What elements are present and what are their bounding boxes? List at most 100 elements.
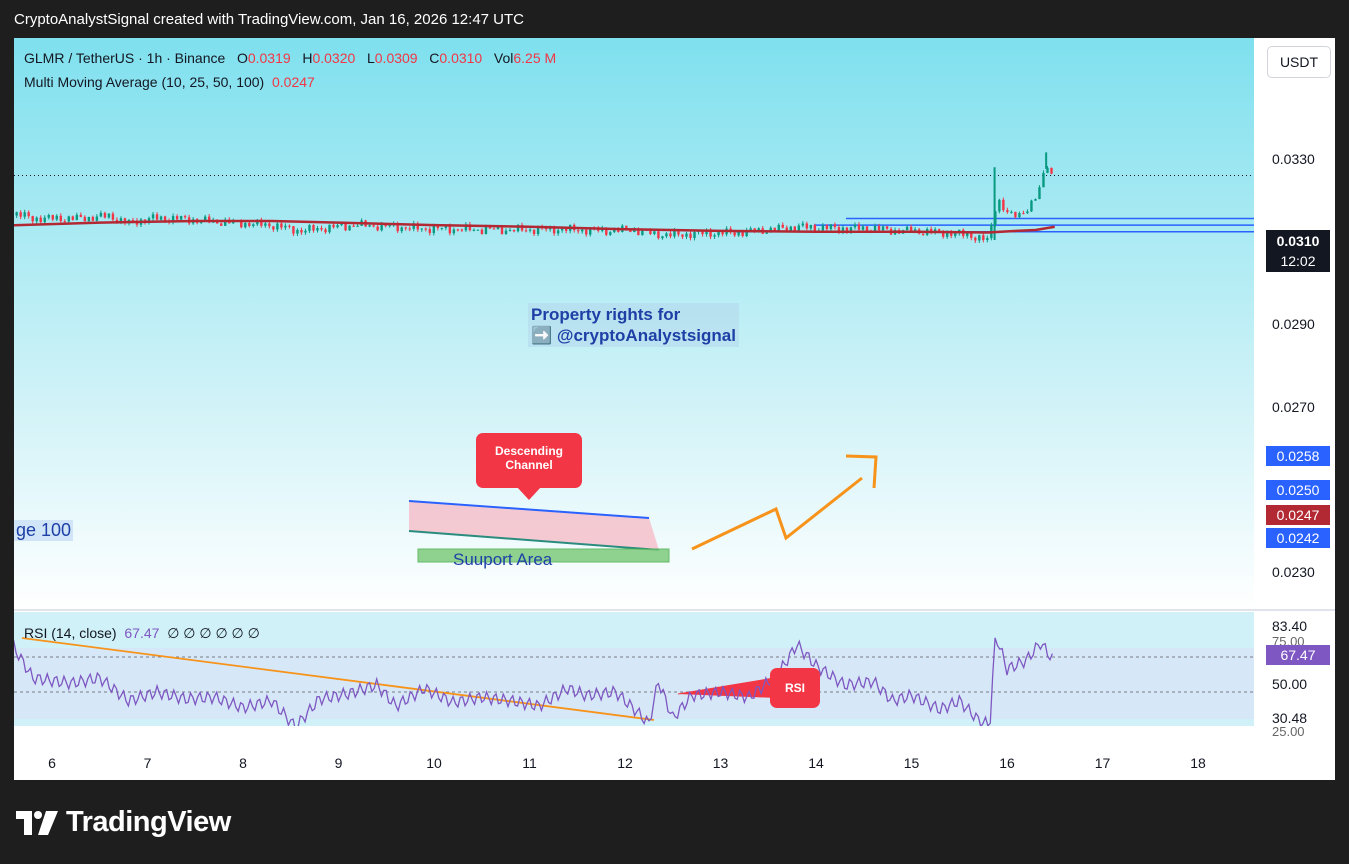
candle-body <box>183 216 187 218</box>
candle-body <box>982 235 985 240</box>
price-tick: 0.0230 <box>1272 564 1315 580</box>
candle-body <box>420 228 423 230</box>
candle-body <box>39 217 42 223</box>
candle-body <box>448 225 452 234</box>
descending-channel-callout[interactable]: Descending Channel <box>476 433 582 488</box>
candle-body <box>344 223 347 231</box>
candle-body <box>340 223 343 226</box>
candle-body <box>348 225 351 231</box>
current-price-tag: 0.0310 12:02 <box>1266 230 1330 272</box>
candle-body <box>408 228 411 230</box>
candle-body <box>151 214 155 219</box>
candle-body <box>452 229 456 234</box>
candle-body <box>833 224 837 228</box>
candle-body <box>276 223 279 230</box>
candle-body <box>577 230 580 232</box>
close-label: C <box>429 50 440 66</box>
candle-body <box>805 223 809 229</box>
ohlc-legend: GLMR / TetherUS · 1h · Binance O0.0319 H… <box>24 50 556 66</box>
rsi-callout-label: RSI <box>784 681 805 695</box>
candle-body <box>252 224 255 226</box>
candle-body <box>1006 210 1009 213</box>
candle-body <box>159 216 163 220</box>
candle-body <box>665 233 668 237</box>
candle-body <box>532 229 536 235</box>
chart-frame[interactable]: 6 7 8 9 10 11 12 13 14 15 16 17 18 GLMR / TetherUS ·… <box>14 38 1335 780</box>
candle-body <box>861 226 865 230</box>
time-tick: 16 <box>999 755 1015 771</box>
candle-body <box>685 233 688 237</box>
candle-body <box>55 215 58 220</box>
candle-body <box>1026 211 1029 214</box>
candle-body <box>284 225 287 228</box>
candle-body <box>585 229 588 235</box>
time-tick: 15 <box>904 755 920 771</box>
candle-body <box>43 217 46 223</box>
tradingview-logo[interactable]: TradingView <box>16 806 231 839</box>
candle-body <box>336 225 339 228</box>
candle-body <box>23 212 26 217</box>
candle-body <box>304 230 307 233</box>
candle-body <box>388 225 391 227</box>
level-tag: 0.0258 <box>1266 446 1330 466</box>
time-tick: 11 <box>522 755 537 771</box>
candle-body <box>821 225 825 231</box>
candle-body <box>87 216 91 222</box>
time-tick: 6 <box>48 755 56 771</box>
candle-body <box>308 225 311 231</box>
candle-body <box>356 225 359 227</box>
rsi-callout[interactable]: RSI <box>770 668 820 708</box>
chart-attribution: CryptoAnalystSignal created with Trading… <box>14 11 524 28</box>
candle-body <box>689 233 692 238</box>
candle-body <box>1034 199 1037 201</box>
rsi-label: RSI (14, close) <box>24 625 117 641</box>
candle-body <box>424 228 427 230</box>
time-tick: 12 <box>617 755 633 771</box>
candle-body <box>970 233 973 238</box>
candle-body <box>801 223 805 226</box>
ma-line-label: ge 100 <box>14 520 74 541</box>
time-axis-background <box>14 726 1254 780</box>
candle-body <box>966 233 969 237</box>
candle-body <box>268 223 271 227</box>
currency-button[interactable]: USDT <box>1267 46 1331 78</box>
candle-body <box>324 229 327 233</box>
candle-body <box>484 227 488 234</box>
candle-body <box>581 229 584 232</box>
candle-body <box>316 228 319 231</box>
rsi-tick: 25.00 <box>1272 724 1305 739</box>
candle-body <box>564 228 568 231</box>
low-value: 0.0309 <box>374 50 418 66</box>
candle-body <box>99 212 103 217</box>
rsi-legend[interactable]: RSI (14, close) 67.47 ∅ ∅ ∅ ∅ ∅ ∅ <box>24 625 260 642</box>
candle-body <box>974 237 977 241</box>
open-label: O <box>236 50 248 66</box>
candle-body <box>292 226 295 234</box>
candle-body <box>793 226 796 231</box>
time-tick: 18 <box>1190 755 1206 771</box>
candle-body <box>67 216 71 222</box>
ma-legend[interactable]: Multi Moving Average (10, 25, 50, 100) 0… <box>24 74 315 90</box>
support-area-label: Suuport Area <box>453 550 553 569</box>
candle-body <box>35 217 38 222</box>
candle-body <box>512 229 516 232</box>
tradingview-logo-icon <box>16 810 58 835</box>
candle-body <box>528 229 532 231</box>
candle-body <box>937 229 941 231</box>
time-tick: 9 <box>335 755 343 771</box>
candle-body <box>368 225 371 227</box>
time-tick: 7 <box>144 755 152 771</box>
candle-body <box>1010 211 1013 213</box>
time-tick: 17 <box>1095 755 1111 771</box>
candle-body <box>179 216 183 220</box>
candle-body <box>372 225 375 227</box>
price-tick: 0.0330 <box>1272 151 1315 167</box>
candle-body <box>476 229 480 231</box>
candle-body <box>163 216 167 221</box>
price-chart[interactable]: 6 7 8 9 10 11 12 13 14 15 16 17 18 <box>14 38 1335 780</box>
candle-body <box>244 223 247 228</box>
candle-body <box>524 230 528 232</box>
candle-body <box>885 226 889 229</box>
candle-body <box>428 229 431 234</box>
candle-body <box>111 213 115 220</box>
